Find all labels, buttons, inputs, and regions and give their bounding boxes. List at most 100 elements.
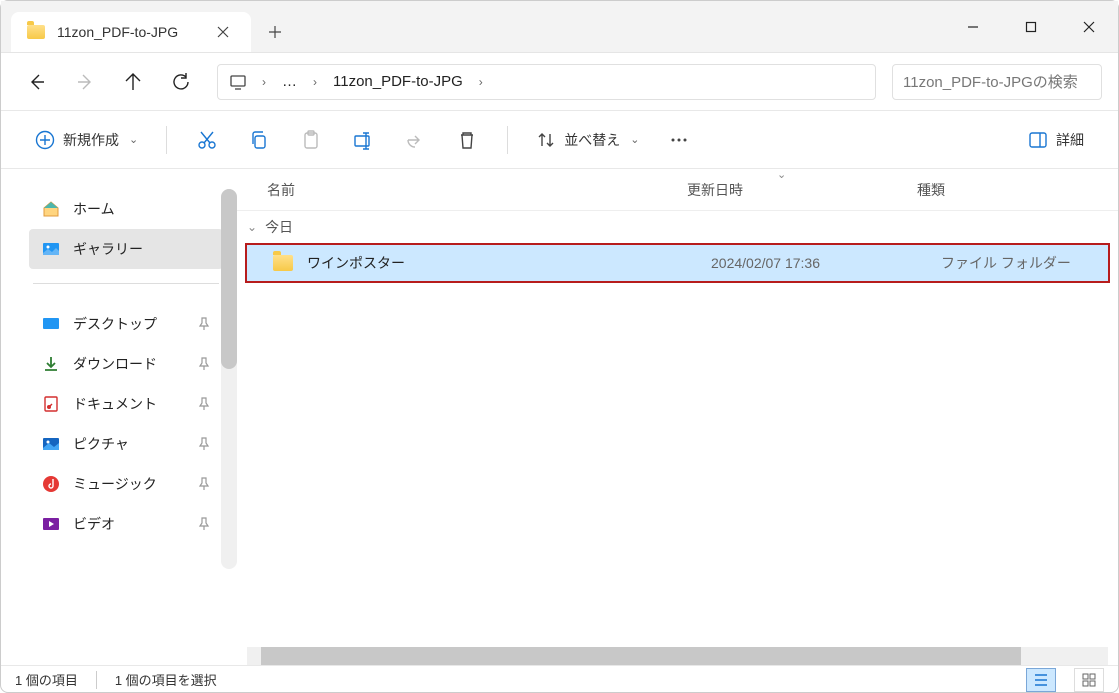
- sidebar-label: ギャラリー: [73, 239, 211, 259]
- separator: [166, 126, 167, 154]
- monitor-icon: [229, 73, 247, 91]
- more-button[interactable]: [657, 121, 701, 159]
- sidebar-label: ピクチャ: [73, 434, 185, 454]
- group-header-today[interactable]: ⌄ 今日: [237, 211, 1118, 243]
- paste-button[interactable]: [289, 121, 333, 159]
- sidebar-item-music[interactable]: ミュージック: [29, 464, 223, 504]
- grid-view-icon: [1081, 672, 1097, 688]
- pictures-icon: [41, 434, 61, 454]
- close-icon: [217, 26, 229, 38]
- statusbar: 1 個の項目 1 個の項目を選択: [1, 665, 1118, 693]
- refresh-button[interactable]: [161, 62, 201, 102]
- share-button[interactable]: [393, 121, 437, 159]
- window-controls: [944, 2, 1118, 52]
- scrollbar-thumb[interactable]: [221, 189, 237, 369]
- column-type[interactable]: 種類: [917, 180, 1118, 200]
- chevron-right-icon[interactable]: ›: [473, 75, 489, 89]
- close-button[interactable]: [1060, 2, 1118, 52]
- desktop-icon: [41, 314, 61, 334]
- arrow-left-icon: [27, 72, 47, 92]
- tab-title: 11zon_PDF-to-JPG: [57, 24, 197, 40]
- download-icon: [41, 354, 61, 374]
- this-pc-button[interactable]: [224, 68, 252, 96]
- cut-icon: [197, 130, 217, 150]
- chevron-down-icon: ⌄: [129, 133, 138, 146]
- sidebar-item-gallery[interactable]: ギャラリー: [29, 229, 223, 269]
- scrollbar-thumb[interactable]: [261, 647, 1021, 665]
- chevron-down-icon: ⌄: [777, 168, 786, 181]
- new-icon: [35, 130, 55, 150]
- plus-icon: [268, 25, 282, 39]
- home-icon: [41, 199, 61, 219]
- up-button[interactable]: [113, 62, 153, 102]
- pin-icon: [197, 477, 211, 491]
- column-headers: 名前 ⌄ 更新日時 種類: [237, 169, 1118, 211]
- maximize-button[interactable]: [1002, 2, 1060, 52]
- status-selected-count: 1 個の項目を選択: [115, 670, 217, 689]
- copy-icon: [249, 130, 269, 150]
- sidebar-item-videos[interactable]: ビデオ: [29, 504, 223, 544]
- sidebar-item-downloads[interactable]: ダウンロード: [29, 344, 223, 384]
- search-placeholder: 11zon_PDF-to-JPGの検索: [903, 71, 1078, 92]
- maximize-icon: [1025, 21, 1037, 33]
- sidebar-item-desktop[interactable]: デスクトップ: [29, 304, 223, 344]
- sidebar-label: ビデオ: [73, 514, 185, 534]
- new-label: 新規作成: [63, 130, 119, 150]
- view-large-icons-button[interactable]: [1074, 668, 1104, 692]
- trash-icon: [457, 130, 477, 150]
- breadcrumb-current[interactable]: 11zon_PDF-to-JPG: [327, 69, 469, 94]
- details-button[interactable]: 詳細: [1018, 121, 1094, 159]
- share-icon: [405, 130, 425, 150]
- breadcrumb[interactable]: › … › 11zon_PDF-to-JPG ›: [217, 64, 876, 100]
- rename-icon: [353, 130, 373, 150]
- sort-button[interactable]: 並べ替え ⌄: [526, 121, 649, 159]
- search-input[interactable]: 11zon_PDF-to-JPGの検索: [892, 64, 1102, 100]
- back-button[interactable]: [17, 62, 57, 102]
- sidebar-label: ダウンロード: [73, 354, 185, 374]
- column-name[interactable]: 名前: [267, 180, 687, 200]
- breadcrumb-more[interactable]: …: [276, 69, 303, 94]
- sidebar-item-home[interactable]: ホーム: [29, 189, 223, 229]
- tab-close-button[interactable]: [209, 18, 237, 46]
- sidebar-label: ホーム: [73, 199, 211, 219]
- more-icon: [669, 130, 689, 150]
- navbar: › … › 11zon_PDF-to-JPG › 11zon_PDF-to-JP…: [1, 53, 1118, 111]
- cut-button[interactable]: [185, 121, 229, 159]
- sidebar-scrollbar[interactable]: [221, 189, 237, 569]
- pin-icon: [197, 317, 211, 331]
- new-button[interactable]: 新規作成 ⌄: [25, 121, 148, 159]
- sidebar-item-pictures[interactable]: ピクチャ: [29, 424, 223, 464]
- column-date[interactable]: ⌄ 更新日時: [687, 180, 917, 200]
- sort-icon: [536, 130, 556, 150]
- file-row[interactable]: ワインポスター 2024/02/07 17:36 ファイル フォルダー: [245, 243, 1110, 283]
- horizontal-scrollbar[interactable]: [247, 647, 1108, 665]
- window-tab[interactable]: 11zon_PDF-to-JPG: [11, 12, 251, 52]
- folder-icon: [273, 255, 293, 271]
- sort-label: 並べ替え: [564, 130, 620, 150]
- pin-icon: [197, 397, 211, 411]
- minimize-button[interactable]: [944, 2, 1002, 52]
- gallery-icon: [41, 239, 61, 259]
- arrow-right-icon: [75, 72, 95, 92]
- file-date: 2024/02/07 17:36: [711, 255, 941, 271]
- sidebar-label: デスクトップ: [73, 314, 185, 334]
- new-tab-button[interactable]: [255, 12, 295, 52]
- chevron-right-icon[interactable]: ›: [307, 75, 323, 89]
- details-label: 詳細: [1056, 130, 1084, 150]
- chevron-down-icon: ⌄: [247, 220, 257, 234]
- chevron-right-icon[interactable]: ›: [256, 75, 272, 89]
- pin-icon: [197, 437, 211, 451]
- file-type: ファイル フォルダー: [941, 253, 1108, 273]
- video-icon: [41, 514, 61, 534]
- copy-button[interactable]: [237, 121, 281, 159]
- forward-button[interactable]: [65, 62, 105, 102]
- titlebar: 11zon_PDF-to-JPG: [1, 1, 1118, 53]
- details-panel-icon: [1028, 130, 1048, 150]
- rename-button[interactable]: [341, 121, 385, 159]
- sidebar-item-documents[interactable]: ドキュメント: [29, 384, 223, 424]
- view-details-button[interactable]: [1026, 668, 1056, 692]
- delete-button[interactable]: [445, 121, 489, 159]
- paste-icon: [301, 130, 321, 150]
- close-icon: [1083, 21, 1095, 33]
- sidebar-divider: [33, 283, 219, 284]
